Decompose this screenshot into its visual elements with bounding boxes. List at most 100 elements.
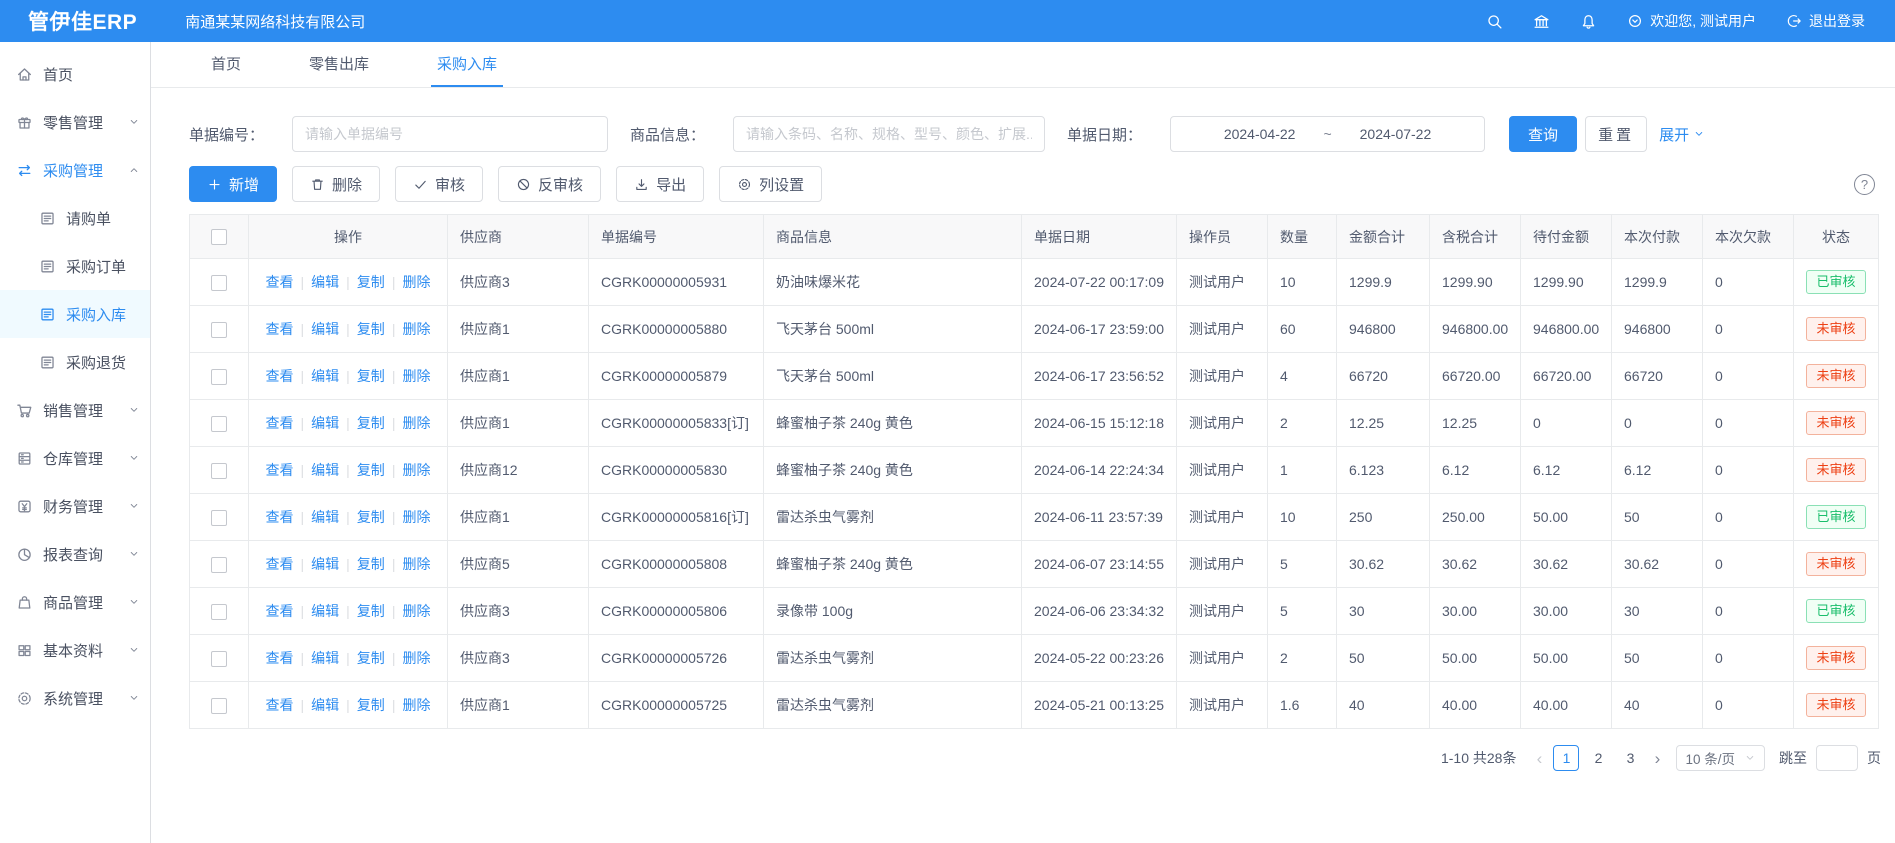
sidebar-item-4[interactable]: 采购订单 (0, 242, 150, 290)
sidebar-item-7[interactable]: 销售管理 (0, 386, 150, 434)
row-action-edit[interactable]: 编辑 (311, 462, 339, 478)
row-action-copy[interactable]: 复制 (357, 368, 385, 384)
topbar-actions: 欢迎您, 测试用户 退出登录 (1486, 11, 1865, 31)
reset-button[interactable]: 重置 (1585, 116, 1647, 152)
row-action-delete[interactable]: 删除 (402, 321, 430, 337)
row-action-copy[interactable]: 复制 (357, 509, 385, 525)
row-action-edit[interactable]: 编辑 (311, 650, 339, 666)
search-button[interactable]: 查询 (1509, 116, 1577, 152)
row-action-edit[interactable]: 编辑 (311, 274, 339, 290)
row-checkbox[interactable] (211, 369, 227, 385)
sidebar-item-10[interactable]: 报表查询 (0, 530, 150, 578)
page-number-2[interactable]: 2 (1585, 745, 1611, 771)
row-action-copy[interactable]: 复制 (357, 603, 385, 619)
row-action-copy[interactable]: 复制 (357, 462, 385, 478)
row-action-view[interactable]: 查看 (266, 509, 294, 525)
row-checkbox[interactable] (211, 698, 227, 714)
audit-button[interactable]: 审核 (395, 166, 483, 202)
page-number-1[interactable]: 1 (1553, 745, 1579, 771)
page-number-3[interactable]: 3 (1617, 745, 1643, 771)
date-range-input[interactable]: 2024-04-22 ~ 2024-07-22 (1170, 116, 1485, 152)
row-checkbox[interactable] (211, 463, 227, 479)
cell-operator: 测试用户 (1177, 259, 1268, 306)
row-checkbox[interactable] (211, 275, 227, 291)
tab-3[interactable]: 采购入库 (431, 42, 503, 87)
doc-no-input[interactable] (292, 116, 608, 152)
row-action-view[interactable]: 查看 (266, 556, 294, 572)
cell-paid: 1299.9 (1612, 259, 1703, 306)
row-action-delete[interactable]: 删除 (402, 650, 430, 666)
next-page-icon[interactable]: › (1646, 750, 1668, 767)
row-action-delete[interactable]: 删除 (402, 509, 430, 525)
column-settings-button[interactable]: 列设置 (719, 166, 822, 202)
row-action-copy[interactable]: 复制 (357, 650, 385, 666)
sidebar-item-11[interactable]: 商品管理 (0, 578, 150, 626)
row-action-copy[interactable]: 复制 (357, 556, 385, 572)
cell-operator: 测试用户 (1177, 447, 1268, 494)
row-action-copy[interactable]: 复制 (357, 697, 385, 713)
sidebar-item-6[interactable]: 采购退货 (0, 338, 150, 386)
sidebar-item-0[interactable]: 首页 (0, 50, 150, 98)
logout-button[interactable]: 退出登录 (1786, 11, 1865, 31)
row-action-delete[interactable]: 删除 (402, 415, 430, 431)
select-all-checkbox[interactable] (211, 229, 227, 245)
row-action-copy[interactable]: 复制 (357, 321, 385, 337)
search-icon[interactable] (1486, 13, 1503, 30)
row-checkbox[interactable] (211, 510, 227, 526)
row-action-view[interactable]: 查看 (266, 650, 294, 666)
row-action-view[interactable]: 查看 (266, 321, 294, 337)
row-action-edit[interactable]: 编辑 (311, 697, 339, 713)
sidebar-item-2[interactable]: 采购管理 (0, 146, 150, 194)
row-action-view[interactable]: 查看 (266, 603, 294, 619)
row-action-delete[interactable]: 删除 (402, 603, 430, 619)
row-checkbox[interactable] (211, 416, 227, 432)
row-action-delete[interactable]: 删除 (402, 697, 430, 713)
delete-button[interactable]: 删除 (292, 166, 380, 202)
row-action-view[interactable]: 查看 (266, 697, 294, 713)
row-action-copy[interactable]: 复制 (357, 274, 385, 290)
row-action-delete[interactable]: 删除 (402, 274, 430, 290)
bank-icon[interactable] (1533, 13, 1550, 30)
sidebar-item-9[interactable]: 财务管理 (0, 482, 150, 530)
row-action-delete[interactable]: 删除 (402, 368, 430, 384)
welcome-user[interactable]: 欢迎您, 测试用户 (1627, 11, 1756, 31)
row-checkbox[interactable] (211, 322, 227, 338)
expand-link[interactable]: 展开 (1659, 124, 1705, 145)
sidebar-item-3[interactable]: 请购单 (0, 194, 150, 242)
row-action-copy[interactable]: 复制 (357, 415, 385, 431)
row-checkbox[interactable] (211, 651, 227, 667)
cell-paid: 30 (1612, 588, 1703, 635)
tab-2[interactable]: 零售出库 (303, 42, 375, 87)
sidebar-item-1[interactable]: 零售管理 (0, 98, 150, 146)
product-info-input[interactable] (733, 116, 1045, 152)
export-button[interactable]: 导出 (616, 166, 704, 202)
bell-icon[interactable] (1580, 13, 1597, 30)
sidebar-item-12[interactable]: 基本资料 (0, 626, 150, 674)
row-action-view[interactable]: 查看 (266, 274, 294, 290)
date-from-value[interactable]: 2024-04-22 (1224, 126, 1296, 142)
row-action-delete[interactable]: 删除 (402, 462, 430, 478)
add-button[interactable]: 新增 (189, 166, 277, 202)
row-action-view[interactable]: 查看 (266, 462, 294, 478)
unaudit-button[interactable]: 反审核 (498, 166, 601, 202)
tab-1[interactable]: 首页 (205, 42, 247, 87)
help-icon[interactable]: ? (1854, 174, 1875, 195)
row-checkbox[interactable] (211, 604, 227, 620)
row-action-edit[interactable]: 编辑 (311, 603, 339, 619)
prev-page-icon[interactable]: ‹ (1528, 750, 1550, 767)
page-size-select[interactable]: 10 条/页 (1676, 745, 1765, 771)
row-action-view[interactable]: 查看 (266, 415, 294, 431)
jump-to-input[interactable] (1816, 745, 1858, 771)
sidebar-item-8[interactable]: 仓库管理 (0, 434, 150, 482)
sidebar-item-5[interactable]: 采购入库 (0, 290, 150, 338)
row-action-view[interactable]: 查看 (266, 368, 294, 384)
row-action-delete[interactable]: 删除 (402, 556, 430, 572)
row-action-edit[interactable]: 编辑 (311, 368, 339, 384)
date-to-value[interactable]: 2024-07-22 (1360, 126, 1432, 142)
row-action-edit[interactable]: 编辑 (311, 321, 339, 337)
row-action-edit[interactable]: 编辑 (311, 556, 339, 572)
sidebar-item-13[interactable]: 系统管理 (0, 674, 150, 722)
row-checkbox[interactable] (211, 557, 227, 573)
row-action-edit[interactable]: 编辑 (311, 415, 339, 431)
row-action-edit[interactable]: 编辑 (311, 509, 339, 525)
